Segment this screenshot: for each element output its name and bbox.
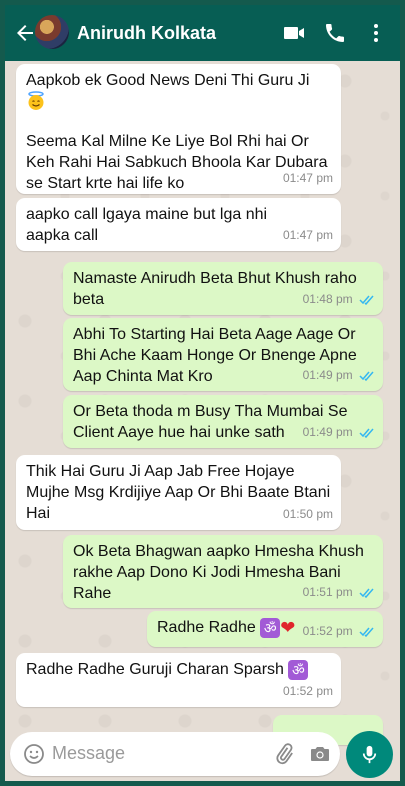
message-time: 01:47 pm xyxy=(282,171,333,185)
message-time: 01:49 pm xyxy=(302,368,353,382)
read-receipt-icon xyxy=(359,588,374,598)
contact-name[interactable]: Anirudh Kolkata xyxy=(77,23,216,44)
message-text: Aapkob ek Good News Deni Thi Guru Ji xyxy=(26,72,310,89)
message-bubble-incoming[interactable]: aapko call lgaya maine but lga nhi aapka… xyxy=(16,198,341,251)
message-bubble-outgoing[interactable]: Or Beta thoda m Busy Tha Mumbai Se Clien… xyxy=(63,395,383,448)
smiling-face-with-halo-icon xyxy=(26,91,46,117)
chat-screen: Anirudh Kolkata Aapkob ek Good News Deni… xyxy=(5,5,400,781)
chat-header: Anirudh Kolkata xyxy=(5,5,400,61)
phone-frame: Anirudh Kolkata Aapkob ek Good News Deni… xyxy=(0,0,405,786)
message-time: 01:49 pm xyxy=(302,425,353,439)
video-call-icon[interactable] xyxy=(282,21,306,45)
message-bubble-outgoing[interactable]: Namaste Anirudh Beta Bhut Khush raho bet… xyxy=(63,262,383,315)
camera-icon[interactable] xyxy=(308,742,332,766)
mic-icon xyxy=(362,745,377,764)
om-symbol-icon: ॐ xyxy=(288,659,309,680)
attach-icon[interactable] xyxy=(272,742,296,766)
message-bubble-incoming[interactable]: Aapkob ek Good News Deni Thi Guru Ji See… xyxy=(16,64,341,194)
message-meta: 01:49 pm xyxy=(303,422,375,443)
read-receipt-icon xyxy=(359,295,374,305)
message-time: 01:51 pm xyxy=(302,585,353,599)
message-text: aapko call lgaya maine but lga nhi aapka… xyxy=(26,206,268,244)
more-vert-icon[interactable] xyxy=(364,21,388,45)
message-time: 01:50 pm xyxy=(282,507,333,521)
message-bubble-outgoing[interactable]: Ok Beta Bhagwan aapko Hmesha Khush rakhe… xyxy=(63,535,383,608)
avatar[interactable] xyxy=(35,15,69,49)
message-meta: 01:52 pm xyxy=(303,621,375,642)
message-meta: 01:51 pm xyxy=(303,582,375,603)
message-time: 01:48 pm xyxy=(302,292,353,306)
message-bubble-incoming[interactable]: Radhe Radhe Guruji Charan Sparsh ॐ 01:52… xyxy=(16,653,341,707)
message-text: Radhe Radhe xyxy=(157,619,256,636)
phone-call-icon[interactable] xyxy=(323,21,347,45)
read-receipt-icon xyxy=(359,627,374,637)
read-receipt-icon xyxy=(359,371,374,381)
om-symbol-icon: ॐ xyxy=(260,617,281,638)
read-receipt-icon xyxy=(359,428,374,438)
message-bubble-outgoing[interactable]: Abhi To Starting Hai Beta Aage Aage Or B… xyxy=(63,318,383,391)
back-arrow-icon[interactable] xyxy=(13,21,37,45)
message-time: 01:52 pm xyxy=(302,624,353,638)
message-input-bar[interactable]: Message xyxy=(10,732,340,776)
message-bubble-incoming[interactable]: Thik Hai Guru Ji Aap Jab Free Hojaye Muj… xyxy=(16,455,341,530)
mic-button[interactable] xyxy=(346,731,393,778)
message-time: 01:52 pm xyxy=(282,684,333,698)
emoji-icon[interactable] xyxy=(22,742,46,766)
red-heart-icon: ❤ xyxy=(280,617,296,638)
message-meta: 01:49 pm xyxy=(303,365,375,386)
message-meta: 01:48 pm xyxy=(303,289,375,310)
message-text: Radhe Radhe Guruji Charan Sparsh xyxy=(26,661,284,678)
message-bubble-outgoing[interactable]: Radhe Radhe ॐ ❤ 01:52 pm xyxy=(147,611,383,647)
message-input[interactable]: Message xyxy=(52,743,125,764)
message-time: 01:47 pm xyxy=(282,228,333,242)
